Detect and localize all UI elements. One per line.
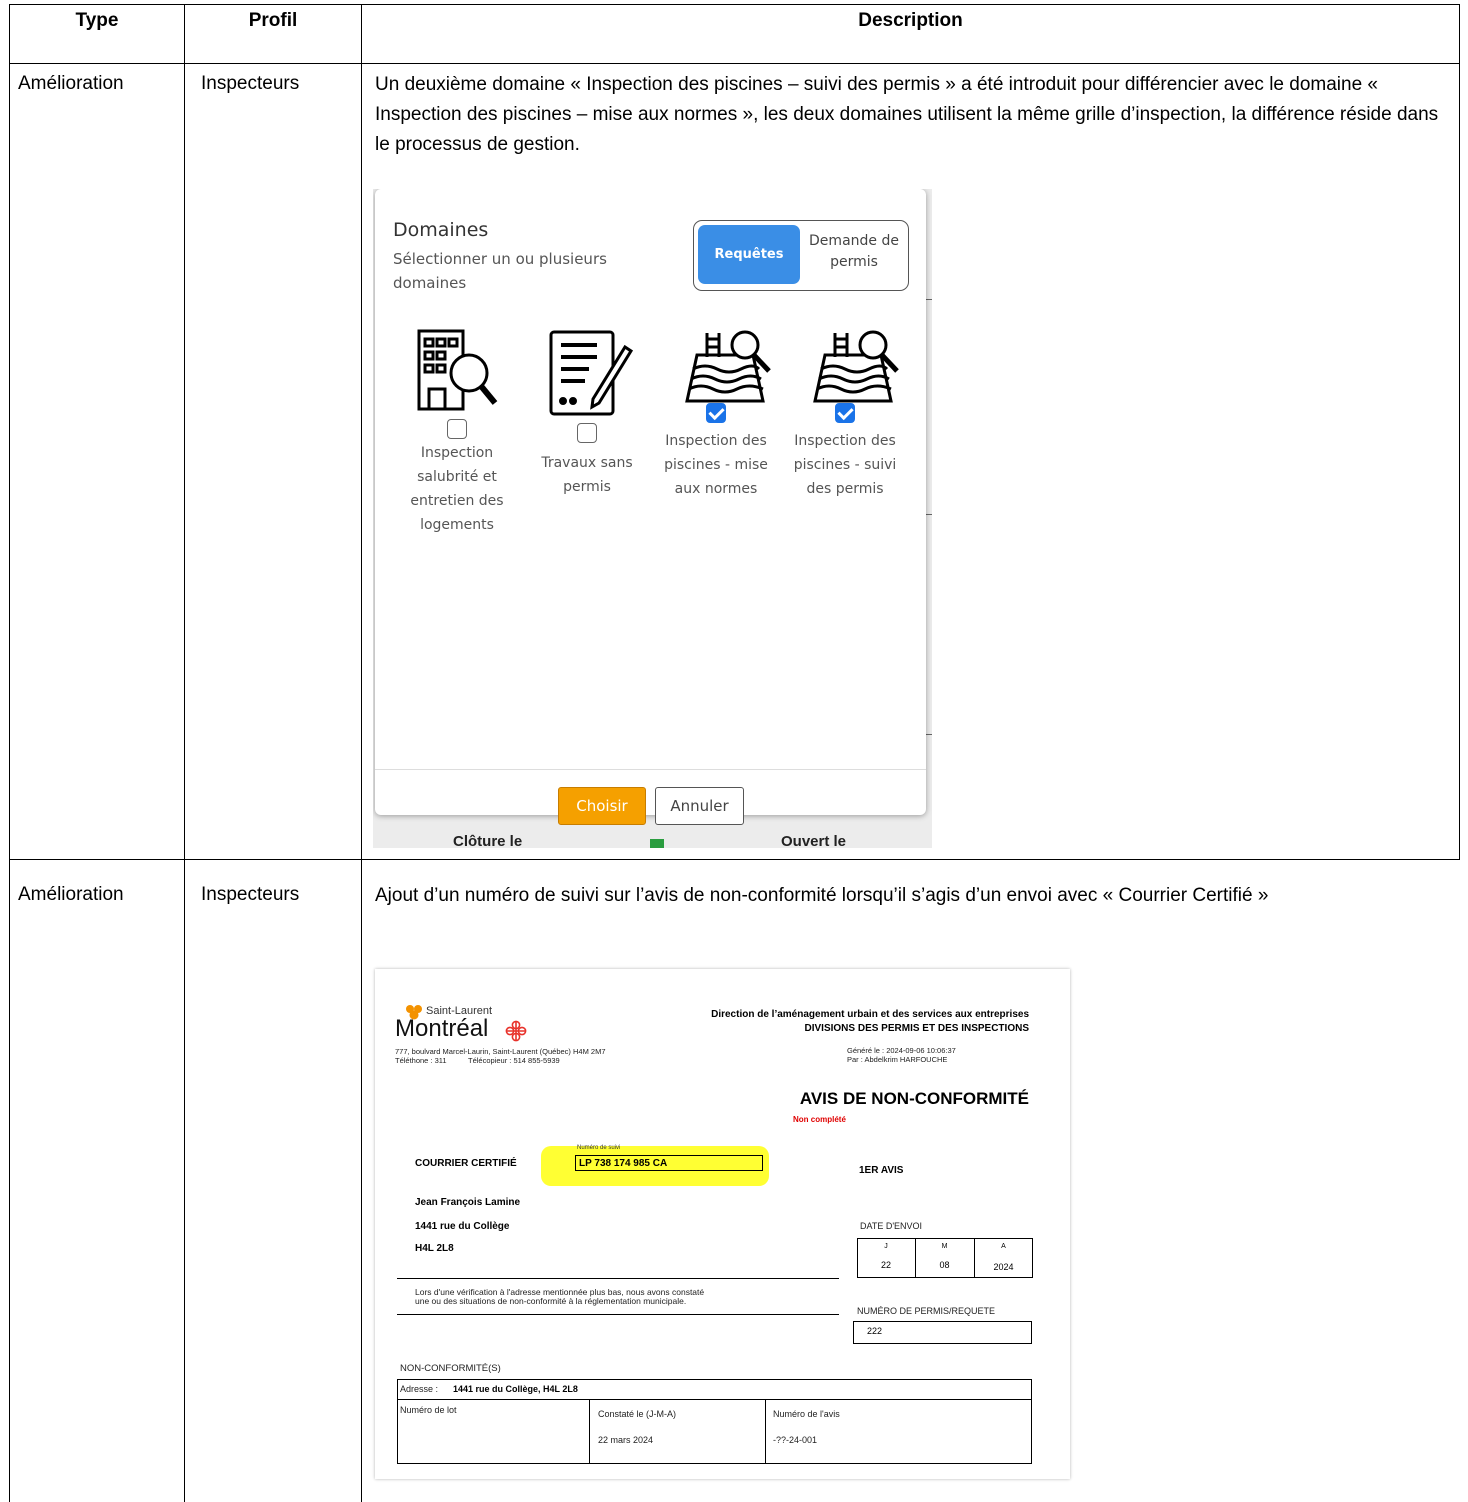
row2-description: Ajout d’un numéro de suivi sur l’avis de… [375, 885, 1269, 906]
domain-checkbox-travaux[interactable] [577, 423, 597, 443]
nc-lot-label: Numéro de lot [400, 1405, 457, 1415]
domain-label-piscines-suivi: Inspection des piscines - suivi des perm… [793, 433, 897, 497]
office-address: 777, boulvard Marcel-Laurin, Saint-Laure… [395, 1047, 606, 1056]
permit-label: NUMÉRO DE PERMIS/REQUETE [857, 1306, 996, 1316]
choose-button[interactable]: Choisir [558, 787, 646, 825]
toggle-requetes[interactable]: Requêtes [698, 225, 800, 284]
division-name: DIVISIONS DES PERMIS ET DES INSPECTIONS [804, 1023, 1030, 1034]
nc-address-label: Adresse : [400, 1384, 439, 1394]
header-profil: Profil [248, 10, 298, 31]
domain-checkbox-piscines-suivi[interactable] [835, 403, 855, 423]
table-row-divider [9, 63, 1460, 64]
dialog-title: Domaines [393, 219, 489, 241]
row2-type: Amélioration [18, 884, 124, 905]
domains-modal-screenshot: Clôture le Ouvert le Domaines Sélectionn… [373, 189, 932, 848]
notice-status: Non complété [793, 1115, 846, 1124]
pool-search-icon [813, 330, 899, 403]
table-border-top [9, 4, 1460, 5]
domain-label-travaux: Travaux sans permis [541, 455, 633, 495]
request-type-toggle: Requêtes Demande de permis [693, 220, 909, 291]
cancel-button[interactable]: Annuler [655, 787, 744, 825]
table-col-divider [184, 4, 185, 1502]
domain-checkbox-salubrite[interactable] [447, 419, 467, 439]
courier-type: COURRIER CERTIFIÉ [415, 1158, 517, 1169]
row1-type: Amélioration [18, 73, 124, 94]
nc-notice-no-label: Numéro de l'avis [773, 1409, 840, 1419]
toggle-demande-permis[interactable]: Demande de permis [802, 231, 906, 273]
date-head-year: A [1001, 1243, 1006, 1250]
row2-profil: Inspecteurs [201, 884, 300, 905]
permit-value: 222 [867, 1326, 883, 1336]
row1-profil: Inspecteurs [201, 73, 300, 94]
nc-observed-value: 22 mars 2024 [598, 1435, 654, 1445]
generated-by: Par : Abdelkrim HARFOUCHE [847, 1055, 948, 1064]
generated-date: Généré le : 2024-09-06 10:06:37 [847, 1046, 956, 1055]
header-type: Type [75, 10, 119, 31]
table-border-right [1459, 4, 1460, 860]
date-head-month: M [941, 1243, 948, 1250]
logo-city: Montréal [395, 1015, 489, 1042]
recipient-name: Jean François Lamine [415, 1197, 521, 1208]
office-fax: Télécopieur : 514 855-5939 [468, 1056, 560, 1065]
pool-search-icon [685, 330, 771, 403]
header-description: Description [858, 10, 963, 31]
domain-label-salubrite: Inspection salubrité et entretien des lo… [410, 445, 504, 533]
office-phone: Téléthone : 311 [395, 1056, 447, 1065]
recipient-postal: H4L 2L8 [415, 1243, 454, 1254]
nc-observed-label: Constaté le (J-M-A) [598, 1409, 677, 1419]
document-page: Type Profil Description Amélioration Ins… [0, 0, 1468, 1502]
statement-line-2: une ou des situations de non-conformité … [415, 1296, 687, 1306]
background-label-open: Ouvert le [781, 833, 847, 848]
table-row-divider [9, 859, 1460, 860]
domain-label-piscines-normes: Inspection des piscines - mise aux norme… [664, 433, 768, 497]
nc-heading: NON-CONFORMITÉ(S) [400, 1363, 501, 1374]
notice-rank: 1ER AVIS [859, 1165, 904, 1176]
notice-screenshot: Saint-Laurent Montréal 777, boulvard Mar… [375, 969, 1070, 1479]
date-month: 08 [939, 1260, 950, 1270]
nc-notice-no-value: -??-24-001 [773, 1435, 818, 1445]
notice-title: AVIS DE NON-CONFORMITÉ [799, 1089, 1029, 1108]
dialog-footer-divider [375, 769, 926, 770]
send-date-label: DATE D'ENVOI [860, 1221, 923, 1231]
recipient-street: 1441 rue du Collège [415, 1221, 510, 1232]
nc-address-value: 1441 rue du Collège, H4L 2L8 [453, 1384, 578, 1394]
direction-name: Direction de l’aménagement urbain et des… [711, 1009, 1029, 1020]
domain-checkbox-piscines-normes[interactable] [706, 403, 726, 423]
dialog-subtitle: Sélectionner un ou plusieurs domaines [393, 250, 607, 292]
date-year: 2024 [993, 1262, 1014, 1272]
table-border-left [9, 4, 10, 1502]
montreal-rosette-icon [505, 1020, 527, 1042]
background-label-closed: Clôture le [453, 833, 523, 848]
tracking-label: Numéro de suivi [577, 1145, 621, 1151]
domains-dialog: Domaines Sélectionner un ou plusieurs do… [375, 189, 926, 825]
row1-description: Un deuxième domaine « Inspection des pis… [375, 74, 1439, 155]
document-pen-icon [549, 330, 634, 416]
date-day: 22 [880, 1260, 891, 1270]
tracking-number: LP 738 174 985 CA [579, 1158, 668, 1169]
table-col-divider [361, 4, 362, 1502]
building-search-icon [417, 329, 498, 411]
date-head-day: J [884, 1243, 888, 1250]
